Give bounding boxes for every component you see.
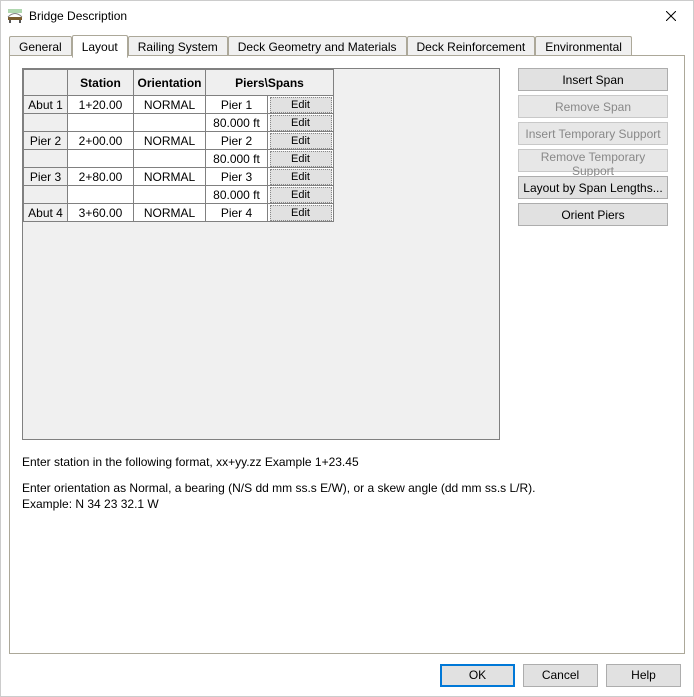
- pier-cell: Pier 3: [206, 168, 268, 186]
- station-cell[interactable]: [68, 186, 134, 204]
- edit-button[interactable]: Edit: [270, 97, 332, 113]
- row-header: Abut 1: [24, 96, 68, 114]
- layout-grid-container: Station Orientation Piers\Spans Abut 1 1…: [22, 68, 500, 440]
- table-row[interactable]: 80.000 ft Edit: [24, 150, 334, 168]
- station-cell[interactable]: 3+60.00: [68, 204, 134, 222]
- span-cell: 80.000 ft: [206, 150, 268, 168]
- orientation-cell[interactable]: NORMAL: [134, 204, 206, 222]
- span-cell: 80.000 ft: [206, 114, 268, 132]
- row-header: Abut 4: [24, 204, 68, 222]
- tab-row: General Layout Railing System Deck Geome…: [9, 35, 685, 56]
- row-header: Pier 2: [24, 132, 68, 150]
- row-header: [24, 114, 68, 132]
- row-header: Pier 3: [24, 168, 68, 186]
- help-line-example: Example: N 34 23 32.1 W: [22, 497, 159, 511]
- header-piers-spans: Piers\Spans: [206, 70, 334, 96]
- edit-button[interactable]: Edit: [270, 169, 332, 185]
- help-text: Enter station in the following format, x…: [22, 454, 672, 512]
- help-line-orientation: Enter orientation as Normal, a bearing (…: [22, 481, 536, 495]
- table-row[interactable]: 80.000 ft Edit: [24, 186, 334, 204]
- orientation-cell[interactable]: [134, 114, 206, 132]
- cancel-button[interactable]: Cancel: [523, 664, 598, 687]
- side-button-column: Insert Span Remove Span Insert Temporary…: [518, 68, 668, 230]
- help-line-station: Enter station in the following format, x…: [22, 454, 672, 470]
- edit-button[interactable]: Edit: [270, 151, 332, 167]
- layout-tab-content: Station Orientation Piers\Spans Abut 1 1…: [9, 56, 685, 654]
- orient-piers-button[interactable]: Orient Piers: [518, 203, 668, 226]
- orientation-cell[interactable]: [134, 186, 206, 204]
- tab-railing-system[interactable]: Railing System: [128, 36, 228, 57]
- orientation-cell[interactable]: [134, 150, 206, 168]
- station-cell[interactable]: [68, 150, 134, 168]
- edit-button[interactable]: Edit: [270, 187, 332, 203]
- table-row[interactable]: Pier 3 2+80.00 NORMAL Pier 3 Edit: [24, 168, 334, 186]
- orientation-cell[interactable]: NORMAL: [134, 168, 206, 186]
- row-header: [24, 186, 68, 204]
- span-cell: 80.000 ft: [206, 186, 268, 204]
- edit-button[interactable]: Edit: [270, 115, 332, 131]
- close-button[interactable]: [648, 1, 693, 31]
- tab-deck-geometry[interactable]: Deck Geometry and Materials: [228, 36, 407, 57]
- insert-span-button[interactable]: Insert Span: [518, 68, 668, 91]
- row-header: [24, 150, 68, 168]
- station-cell[interactable]: [68, 114, 134, 132]
- header-station: Station: [68, 70, 134, 96]
- pier-cell: Pier 4: [206, 204, 268, 222]
- remove-span-button[interactable]: Remove Span: [518, 95, 668, 118]
- table-row[interactable]: Abut 4 3+60.00 NORMAL Pier 4 Edit: [24, 204, 334, 222]
- dialog-button-row: OK Cancel Help: [1, 654, 693, 696]
- pier-cell: Pier 1: [206, 96, 268, 114]
- orientation-cell[interactable]: NORMAL: [134, 96, 206, 114]
- table-row[interactable]: Abut 1 1+20.00 NORMAL Pier 1 Edit: [24, 96, 334, 114]
- tab-deck-reinforcement[interactable]: Deck Reinforcement: [407, 36, 536, 57]
- edit-button[interactable]: Edit: [270, 205, 332, 221]
- layout-by-span-lengths-button[interactable]: Layout by Span Lengths...: [518, 176, 668, 199]
- close-icon: [666, 11, 676, 21]
- station-cell[interactable]: 2+00.00: [68, 132, 134, 150]
- pier-cell: Pier 2: [206, 132, 268, 150]
- ok-button[interactable]: OK: [440, 664, 515, 687]
- titlebar: Bridge Description: [1, 1, 693, 31]
- tab-environmental[interactable]: Environmental: [535, 36, 632, 57]
- bridge-description-dialog: Bridge Description General Layout Railin…: [0, 0, 694, 697]
- station-cell[interactable]: 1+20.00: [68, 96, 134, 114]
- tab-layout[interactable]: Layout: [72, 35, 128, 58]
- edit-button[interactable]: Edit: [270, 133, 332, 149]
- header-orientation: Orientation: [134, 70, 206, 96]
- app-icon: [7, 8, 23, 24]
- table-row[interactable]: 80.000 ft Edit: [24, 114, 334, 132]
- tab-general[interactable]: General: [9, 36, 72, 57]
- help-button[interactable]: Help: [606, 664, 681, 687]
- window-title: Bridge Description: [29, 9, 648, 23]
- remove-temporary-support-button[interactable]: Remove Temporary Support: [518, 149, 668, 172]
- orientation-cell[interactable]: NORMAL: [134, 132, 206, 150]
- station-cell[interactable]: 2+80.00: [68, 168, 134, 186]
- layout-grid[interactable]: Station Orientation Piers\Spans Abut 1 1…: [23, 69, 334, 222]
- insert-temporary-support-button[interactable]: Insert Temporary Support: [518, 122, 668, 145]
- grid-corner: [24, 70, 68, 96]
- table-row[interactable]: Pier 2 2+00.00 NORMAL Pier 2 Edit: [24, 132, 334, 150]
